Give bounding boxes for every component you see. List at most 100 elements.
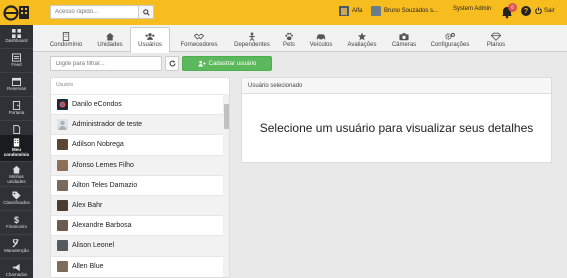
camera-icon [399,32,409,40]
sidebar-item-chamados[interactable]: Chamados [0,259,33,278]
user-menu[interactable]: Bruno Souzados s... [371,6,438,16]
detail-header: Usuário selecionado [242,78,551,94]
home-icon [105,32,115,41]
sidebar-item-reservas[interactable]: Reservas [0,73,33,96]
sidebar-divider [0,161,33,162]
sidebar-item-label: Meu condomínio [3,147,30,157]
sidebar-item-label: Manutenção [4,248,29,254]
avatar [57,139,68,151]
handshake-icon [194,32,204,40]
add-user-button[interactable]: Cadastrar usuário [182,56,272,71]
avatar [57,260,68,272]
avatar [57,220,68,232]
search-button[interactable] [138,5,154,19]
documents-icon [13,125,21,135]
search-icon [142,8,150,16]
tab-planos[interactable]: Planos [481,27,511,52]
power-icon [535,7,542,14]
building-icon [13,138,20,147]
filter-input[interactable] [50,56,162,71]
user-name: Adilson Nobrega [72,141,124,149]
condo-selector[interactable]: Alfa [339,6,362,16]
sidebar-item-portaria[interactable]: Portaria [0,97,33,120]
user-name: Allen Blue [72,262,104,270]
dashboard-icon [12,29,21,39]
avatar-placeholder-icon [57,119,68,131]
gears-icon [445,32,455,40]
list-item[interactable]: Administrador de teste [51,114,223,135]
list-item[interactable]: Afonso Lemes Filho [51,154,223,175]
user-name: Alison Leonel [72,242,115,250]
sidebar-item-label: Minhas unidades [7,173,26,184]
tab-unidades[interactable]: Unidades [91,27,129,52]
list-item[interactable]: Adilson Nobrega [51,134,223,154]
tab-usuarios[interactable]: Usuários [130,27,170,53]
list-item[interactable]: Allen Blue [51,255,223,276]
building-icon [62,31,70,41]
tab-configuracoes[interactable]: Configurações [426,27,474,52]
empty-state-message: Selecione um usuário para visualizar seu… [259,121,534,135]
tab-cameras[interactable]: Câmeras [388,27,420,52]
sidebar-item-financeiro[interactable]: $ Financeiro [0,211,33,234]
paw-icon [285,32,293,40]
sidebar-item-dashboard[interactable]: Dashboard [0,25,33,48]
sidebar-item-label: Classificados [3,200,30,206]
condo-name: Alfa [352,8,363,14]
tab-avaliacoes[interactable]: Avaliações [342,27,382,52]
sidebar-item-manutencao[interactable]: Manutenção [0,235,33,258]
quick-search-input[interactable] [50,5,138,19]
avatar [371,6,381,16]
tab-condominio[interactable]: Condomínio [43,27,89,52]
role-label: System Admin [453,6,491,12]
sidebar-item-minhas-unidades[interactable]: Minhas unidades [0,163,33,186]
sidebar-item-label: Dashboard [5,38,28,44]
tab-label: Configurações [430,41,470,48]
user-list: Danilo eCondos Administrador de teste Ad… [51,94,223,276]
sidebar-item-label: Portaria [8,110,25,116]
logout-button[interactable]: Sair [535,7,555,14]
refresh-button[interactable] [165,56,179,71]
wrench-icon [12,239,19,248]
sidebar-item-label: Reservas [6,86,26,92]
top-bar: Alfa Bruno Souzados s... System Admin 6 … [0,0,567,25]
users-icon [145,33,155,40]
megaphone-icon [12,264,20,272]
diamond-icon [491,32,501,41]
list-item[interactable]: Alexandre Barbosa [51,215,223,235]
sidebar-item-meu-condominio[interactable]: Meu condomínio [0,135,33,161]
sidebar-item-feed[interactable]: Feed [0,49,33,72]
user-name: Administrador de teste [72,121,143,129]
tab-veiculos[interactable]: Veículos [304,27,338,52]
help-icon[interactable]: ? [521,6,531,16]
list-item[interactable]: Danilo eCondos [51,94,223,114]
avatar [57,240,68,252]
tab-fornecedores[interactable]: Fornecedores [173,27,225,52]
tab-label: Câmeras [391,41,417,48]
list-item[interactable]: Ailton Teles Damazio [51,174,223,195]
calendar-icon [12,78,21,87]
sidebar-item-classificados[interactable]: Classificados [0,187,33,210]
tab-label: Planos [486,41,506,48]
econdos-logo[interactable] [3,3,31,22]
dollar-icon: $ [14,215,19,224]
scrollbar-thumb[interactable] [224,104,229,129]
tab-label: Unidades [97,41,123,48]
tab-pets[interactable]: Pets [278,27,300,52]
list-item[interactable]: Alex Bahr [51,194,223,216]
list-item[interactable]: Alison Leonel [51,235,223,256]
tab-label: Fornecedores [180,41,218,48]
module-tabs: Condomínio Unidades Usuários Fornecedore… [33,25,567,53]
sidebar-item-label: Feed [11,62,22,68]
tab-label: Condomínio [49,41,83,48]
role-text: System Admin [453,6,492,12]
tab-dependentes[interactable]: Dependentes [228,27,276,52]
star-icon [357,31,367,40]
user-name: Alexandre Barbosa [72,222,132,230]
tab-label: Veículos [309,41,333,48]
user-plus-icon [197,60,206,67]
avatar [57,179,68,191]
list-header: Usuário [56,82,74,88]
condo-icon [339,6,349,16]
list-scrollbar[interactable] [223,94,229,277]
user-name: Ailton Teles Damazio [72,181,138,189]
